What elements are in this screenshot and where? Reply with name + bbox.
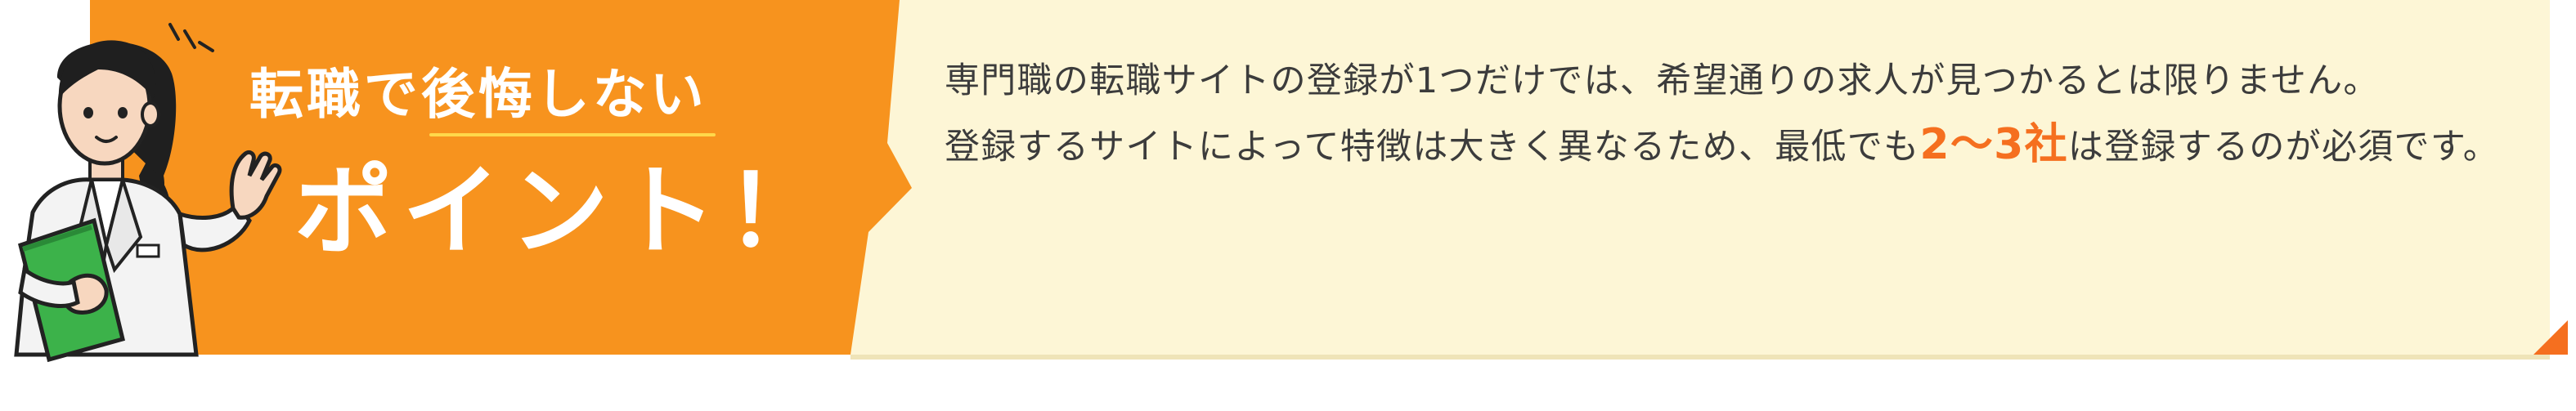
body-text-part-1: 専門職の転職サイトの登録が1つだけでは、希望通りの求人が見つかるとは限りません。 — [945, 60, 2380, 101]
panel-bottom-shadow — [850, 355, 2550, 360]
headline-line-1: 転職で後悔しない — [249, 65, 716, 136]
headline-line-2: ポイント！ — [294, 154, 834, 269]
tip-banner: 転職で後悔しない ポイント！ 専門職の転職サイトの登録が1つだけでは、希望通りの… — [0, 0, 2576, 411]
highlight-text: 2〜3社 — [1919, 120, 2068, 169]
body-copy: 専門職の転職サイトの登録が1つだけでは、希望通りの求人が見つかるとは限りません。… — [945, 49, 2523, 179]
body-text-part-3: は登録するのが必須です。 — [2067, 127, 2500, 168]
body-text-part-2: 登録するサイトによって特徴は大きく異なるため、最低でも — [945, 127, 1920, 168]
headline: 転職で後悔しない ポイント！ — [249, 65, 838, 264]
